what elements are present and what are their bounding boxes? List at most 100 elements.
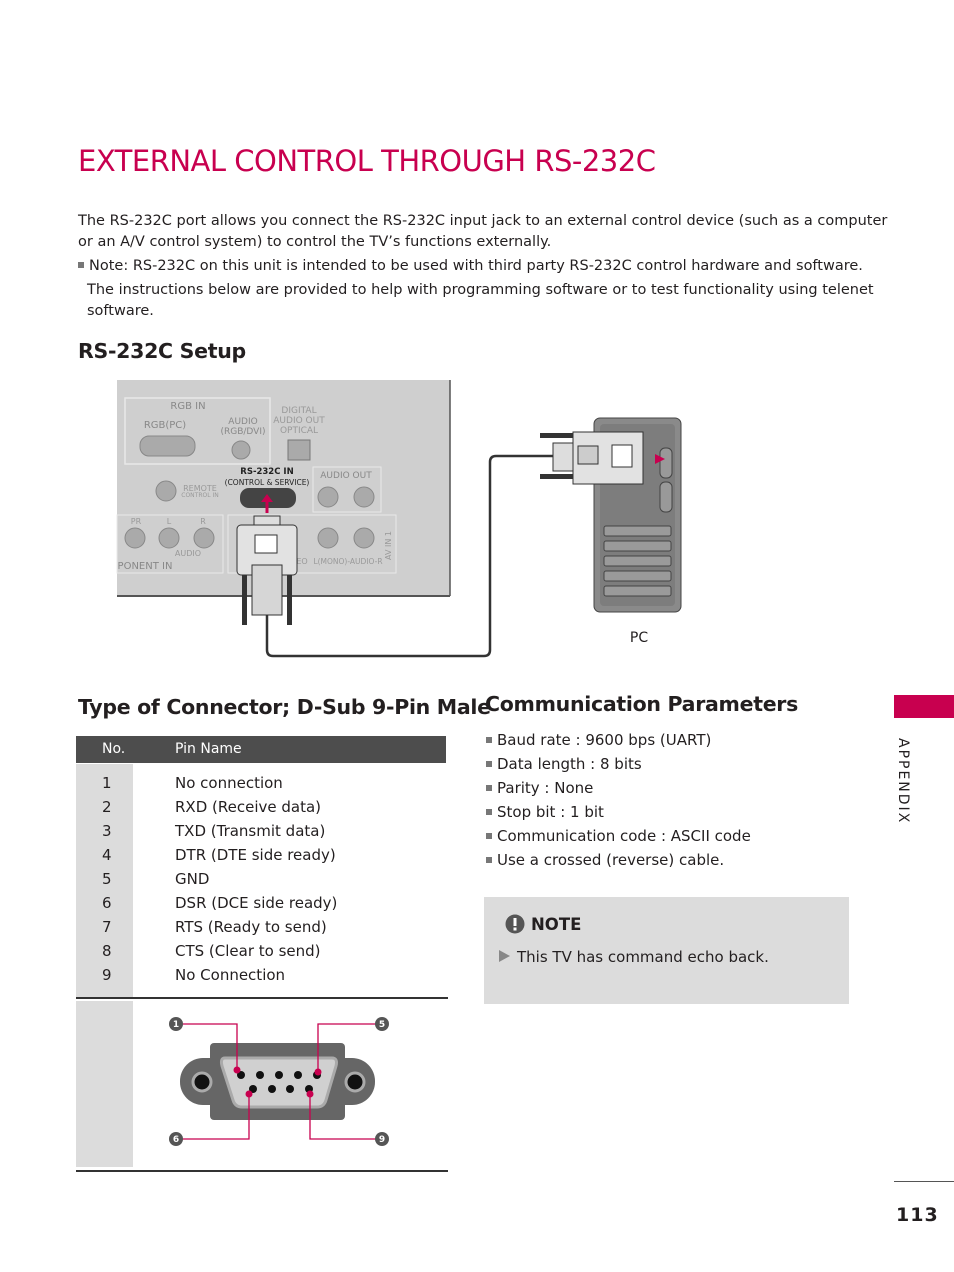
audio-lr-label: L(MONO)-AUDIO-R <box>313 557 382 566</box>
component-in-label: PONENT IN <box>118 561 173 572</box>
dsub9-diagram: 1 5 6 9 <box>169 1017 389 1146</box>
bullet-icon <box>486 761 492 767</box>
bullet-icon <box>486 809 492 815</box>
intro-line: The RS-232C port allows you connect the … <box>78 213 888 229</box>
note-line: Note: RS-232C on this unit is intended t… <box>89 258 863 274</box>
pin-number: 8 <box>102 942 112 960</box>
note-line: software. <box>87 303 154 319</box>
list-item-text: Baud rate : 9600 bps (UART) <box>497 731 712 749</box>
pin-name: CTS (Clear to send) <box>175 942 321 960</box>
pin-number: 4 <box>102 846 112 864</box>
pin-name: No Connection <box>175 966 286 984</box>
bullet-icon <box>486 857 492 863</box>
r-label: R <box>200 517 206 526</box>
comm-params-list: Baud rate : 9600 bps (UART) Data length :… <box>486 728 751 872</box>
list-item: Parity : None <box>486 776 751 800</box>
pin-number: 5 <box>102 870 112 888</box>
appendix-tab-marker <box>894 695 954 718</box>
pin-name: No connection <box>175 774 283 792</box>
bullet-icon <box>486 737 492 743</box>
comm-heading: Communication Parameters <box>485 692 799 716</box>
audio-out-label: AUDIO OUT <box>320 471 372 481</box>
column-pin-name: Pin Name <box>175 741 242 757</box>
av-in-1-label: AV IN 1 <box>384 531 393 560</box>
list-item: Use a crossed (reverse) cable. <box>486 848 751 872</box>
digital-label: DIGITAL <box>281 406 316 416</box>
list-item: Communication code : ASCII code <box>486 824 751 848</box>
table-row: 8 CTS (Clear to send) <box>76 939 446 963</box>
rgb-pc-label: RGB(PC) <box>144 420 186 431</box>
pin-number: 6 <box>102 894 112 912</box>
list-item: Stop bit : 1 bit <box>486 800 751 824</box>
rs232c-in-label: RS-232C IN <box>240 467 293 477</box>
connector-heading: Type of Connector; D-Sub 9-Pin Male <box>78 695 491 719</box>
table-row: 5 GND <box>76 867 446 891</box>
pin-table-header: No. Pin Name <box>76 736 446 763</box>
pin-number: 3 <box>102 822 112 840</box>
intro-paragraph: The RS-232C port allows you connect the … <box>78 211 887 322</box>
setup-heading: RS-232C Setup <box>78 339 246 363</box>
column-no: No. <box>102 741 126 757</box>
pr-label: PR <box>131 517 142 526</box>
audio-label: AUDIO <box>228 417 257 427</box>
pin-number: 2 <box>102 798 112 816</box>
pin-number: 1 <box>102 774 112 792</box>
divider <box>76 1170 448 1172</box>
exclamation-icon <box>505 914 525 934</box>
audio-sub-label: AUDIO <box>175 549 201 558</box>
manual-page: EXTERNAL CONTROL THROUGH RS-232C The RS-… <box>0 0 954 1272</box>
bullet-icon <box>486 833 492 839</box>
pin-name: DSR (DCE side ready) <box>175 894 338 912</box>
pin-label-6: 6 <box>173 1135 179 1145</box>
appendix-side-label: APPENDIX <box>895 738 911 825</box>
rgb-in-label: RGB IN <box>170 401 205 412</box>
list-item-text: Communication code : ASCII code <box>497 827 751 845</box>
note-text: This TV has command echo back. <box>517 948 769 966</box>
tv-back-panel: RGB IN RGB(PC) AUDIO (RGB/DVI) DIGITAL A… <box>116 380 451 625</box>
bullet-icon <box>78 262 84 268</box>
rs232c-plug <box>236 515 298 625</box>
digital-audio-out-label: AUDIO OUT <box>273 416 325 426</box>
table-row: 1 No connection <box>76 771 446 795</box>
table-row: 2 RXD (Receive data) <box>76 795 446 819</box>
table-row: 7 RTS (Ready to send) <box>76 915 446 939</box>
intro-line: or an A/V control system) to control the… <box>78 234 552 250</box>
control-service-label: (CONTROL & SERVICE) <box>225 478 310 487</box>
list-item-text: Data length : 8 bits <box>497 755 642 773</box>
divider <box>76 997 448 999</box>
pin-number: 7 <box>102 918 112 936</box>
pin-label-5: 5 <box>379 1020 385 1030</box>
page-number: 113 <box>896 1204 939 1226</box>
pc-label: PC <box>630 630 648 646</box>
pin-name: RTS (Ready to send) <box>175 918 327 936</box>
rgb-dvi-label: (RGB/DVI) <box>220 427 265 437</box>
page-title: EXTERNAL CONTROL THROUGH RS-232C <box>78 144 656 178</box>
pin-label-1: 1 <box>173 1020 179 1030</box>
triangle-bullet-icon <box>499 950 510 962</box>
pin-name: RXD (Receive data) <box>175 798 322 816</box>
list-item-text: Parity : None <box>497 779 594 797</box>
pin-label-9: 9 <box>379 1135 385 1145</box>
video-label: EO <box>296 557 307 566</box>
optical-label: OPTICAL <box>280 426 318 436</box>
pc-tower <box>540 417 682 613</box>
list-item-text: Use a crossed (reverse) cable. <box>497 851 725 869</box>
pin-name: DTR (DTE side ready) <box>175 846 336 864</box>
table-row: 9 No Connection <box>76 963 446 987</box>
table-row: 6 DSR (DCE side ready) <box>76 891 446 915</box>
l-label: L <box>167 517 172 526</box>
bullet-icon <box>486 785 492 791</box>
pin-number: 9 <box>102 966 112 984</box>
divider <box>894 1181 954 1182</box>
note-line: The instructions below are provided to h… <box>87 282 874 298</box>
table-row: 4 DTR (DTE side ready) <box>76 843 446 867</box>
list-item-text: Stop bit : 1 bit <box>497 803 604 821</box>
table-row: 3 TXD (Transmit data) <box>76 819 446 843</box>
note-box: NOTE This TV has command echo back. <box>484 897 849 1004</box>
pin-name: TXD (Transmit data) <box>175 822 326 840</box>
note-title: NOTE <box>531 915 582 934</box>
list-item: Baud rate : 9600 bps (UART) <box>486 728 751 752</box>
diagram-column-bg <box>76 1001 133 1167</box>
pin-name: GND <box>175 870 210 888</box>
pin-table-body: 1 No connection 2 RXD (Receive data) 3 TXD (T… <box>76 771 446 987</box>
